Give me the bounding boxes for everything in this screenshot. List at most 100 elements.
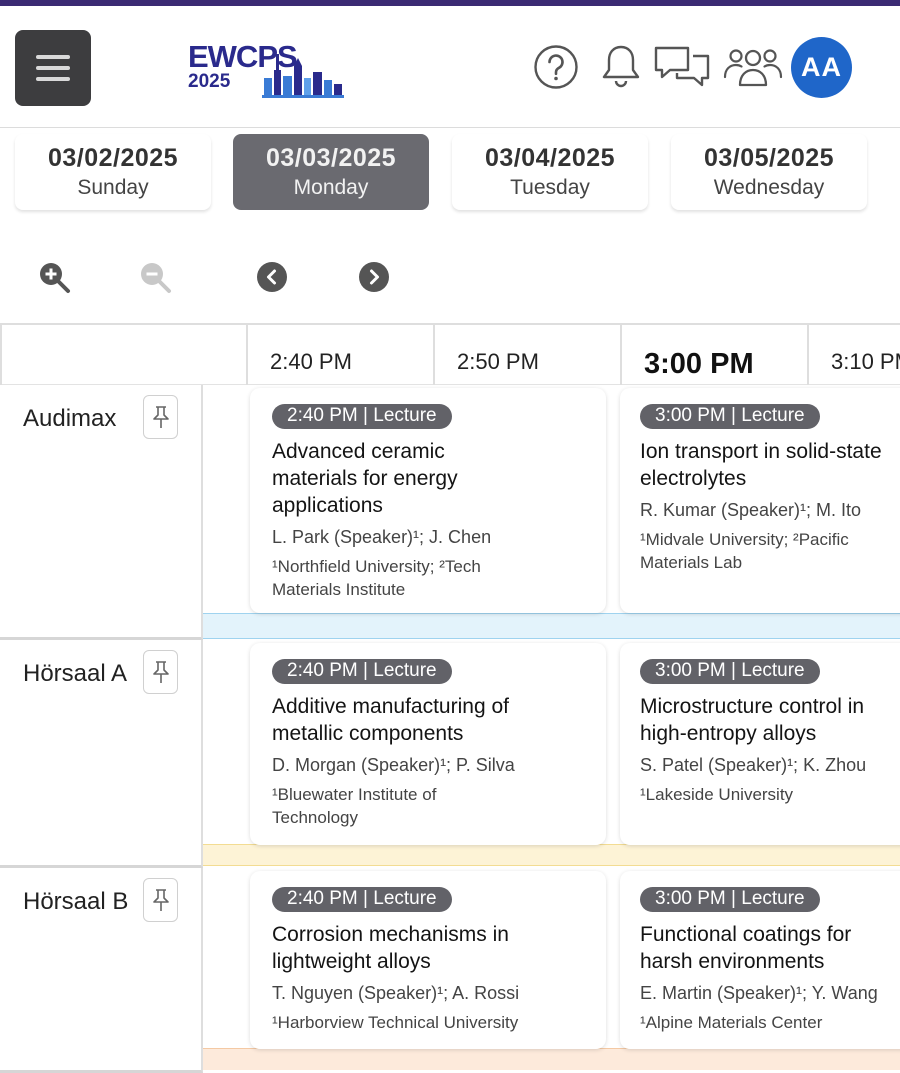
session-title-line: materials for energy [272, 467, 458, 490]
chevron-right-icon [359, 262, 389, 292]
room-row-audimax: Audimax [0, 385, 203, 640]
affiliation-line: ¹Northfield University; ²Tech [272, 557, 481, 576]
menu-icon-line [36, 55, 70, 59]
session-badge: 2:40 PM | Lecture [272, 887, 452, 912]
session-affiliations: ¹Alpine Materials Center [640, 1011, 900, 1034]
menu-icon-line [36, 77, 70, 81]
session-title-line: Corrosion mechanisms in [272, 923, 509, 946]
session-title: Advanced ceramic materials for energy ap… [272, 438, 606, 519]
session-affiliations: ¹Bluewater Institute of Technology [272, 783, 606, 829]
date-tab-wednesday[interactable]: 03/05/2025 Wednesday [671, 134, 867, 210]
session-badge: 3:00 PM | Lecture [640, 404, 820, 429]
session-authors: T. Nguyen (Speaker)¹; A. Rossi [272, 983, 520, 1003]
date-tab-weekday: Wednesday [713, 176, 825, 199]
bell-icon[interactable] [598, 42, 644, 92]
chat-icon[interactable] [653, 42, 711, 92]
session-title: Ion transport in solid-state electrolyte… [640, 438, 900, 492]
session-title-line: harsh environments [640, 950, 825, 973]
affiliation-line: ¹Bluewater Institute of [272, 785, 437, 804]
session-authors: R. Kumar (Speaker)¹; M. Ito [640, 500, 862, 520]
user-avatar[interactable]: AA [791, 37, 852, 98]
session-title: Corrosion mechanisms in lightweight allo… [272, 921, 606, 975]
session-card[interactable]: 2:40 PM | Lecture Additive manufacturing… [250, 643, 606, 845]
skyline-icon [262, 54, 344, 98]
session-title-line: high-entropy alloys [640, 722, 817, 745]
time-slot: 2:50 PM [435, 325, 622, 385]
session-authors: S. Patel (Speaker)¹; K. Zhou [640, 755, 867, 775]
affiliation-line: ¹Lakeside University [640, 785, 794, 804]
session-card[interactable]: 3:00 PM | Lecture Microstructure control… [620, 643, 900, 845]
session-title-line: Microstructure control in [640, 695, 865, 718]
help-icon[interactable] [531, 42, 581, 92]
date-tab-monday[interactable]: 03/03/2025 Monday [233, 134, 429, 210]
zoom-out-icon [141, 263, 171, 293]
session-affiliations: ¹Lakeside University [640, 783, 900, 806]
session-title: Functional coatings for harsh environmen… [640, 921, 900, 975]
next-time-button[interactable] [357, 260, 391, 294]
time-header-corner [0, 325, 248, 385]
people-icon[interactable] [723, 42, 783, 92]
session-card[interactable]: 2:40 PM | Lecture Corrosion mechanisms i… [250, 871, 606, 1049]
conference-logo[interactable]: EWCPS 2025 [188, 41, 348, 102]
room-lane-horsaal-b: 2:40 PM | Lecture Corrosion mechanisms i… [203, 868, 900, 1073]
pin-room-button[interactable] [143, 650, 178, 694]
session-title: Microstructure control in high-entropy a… [640, 693, 900, 747]
session-title-line: Ion transport in solid-state [640, 440, 882, 463]
room-lane-audimax: 2:40 PM | Lecture Advanced ceramic mater… [203, 385, 900, 640]
date-tab-tuesday[interactable]: 03/04/2025 Tuesday [452, 134, 648, 210]
affiliation-line: Materials Lab [640, 553, 743, 572]
date-tab-date: 03/03/2025 [265, 144, 397, 172]
app-header: EWCPS 2025 AA [0, 6, 900, 128]
session-card[interactable]: 3:00 PM | Lecture Functional coatings fo… [620, 871, 900, 1049]
session-title-line: metallic components [272, 722, 464, 745]
date-tab-date: 03/04/2025 [484, 144, 616, 172]
session-affiliations: ¹Harborview Technical University [272, 1011, 606, 1034]
room-lane-band [203, 844, 900, 866]
pin-icon [152, 406, 169, 428]
affiliation-line: Technology [272, 808, 359, 827]
pin-icon [152, 661, 169, 683]
affiliation-line: ¹Alpine Materials Center [640, 1013, 823, 1032]
session-badge: 3:00 PM | Lecture [640, 659, 820, 684]
room-name: Hörsaal A [23, 660, 128, 687]
session-authors: L. Park (Speaker)¹; J. Chen [272, 527, 492, 547]
session-card[interactable]: 3:00 PM | Lecture Ion transport in solid… [620, 388, 900, 613]
room-lane-band [203, 613, 900, 639]
session-authors: D. Morgan (Speaker)¹; P. Silva [272, 755, 515, 775]
affiliation-line: Materials Institute [272, 580, 406, 599]
affiliation-line: ¹Harborview Technical University [272, 1013, 519, 1032]
session-badge: 2:40 PM | Lecture [272, 404, 452, 429]
time-slot: 2:40 PM [248, 325, 435, 385]
room-lane-horsaal-a: 2:40 PM | Lecture Additive manufacturing… [203, 640, 900, 868]
menu-icon-line [36, 66, 70, 70]
zoom-in-button[interactable] [37, 260, 71, 294]
affiliation-line: ¹Midvale University; ²Pacific [640, 530, 849, 549]
session-card[interactable]: 2:40 PM | Lecture Advanced ceramic mater… [250, 388, 606, 613]
menu-button[interactable] [15, 30, 91, 106]
date-tab-sunday[interactable]: 03/02/2025 Sunday [15, 134, 211, 210]
session-title-line: Additive manufacturing of [272, 695, 509, 718]
room-row-horsaal-b: Hörsaal B [0, 868, 203, 1073]
session-badge: 2:40 PM | Lecture [272, 659, 452, 684]
session-title-line: electrolytes [640, 467, 747, 490]
pin-icon [152, 889, 169, 911]
date-tab-date: 03/02/2025 [47, 144, 179, 172]
session-title-line: Advanced ceramic [272, 440, 445, 463]
session-badge: 3:00 PM | Lecture [640, 887, 820, 912]
pin-room-button[interactable] [143, 395, 178, 439]
date-tab-weekday: Sunday [77, 176, 149, 199]
session-title-line: Functional coatings for [640, 923, 852, 946]
previous-time-button[interactable] [255, 260, 289, 294]
time-slot-current: 3:00 PM [622, 325, 809, 385]
zoom-in-icon [40, 263, 70, 293]
time-header: 2:40 PM 2:50 PM 3:00 PM 3:10 PM [0, 323, 900, 385]
date-tab-weekday: Monday [293, 176, 369, 199]
zoom-out-button[interactable] [138, 260, 172, 294]
schedule-grid: 2:40 PM 2:50 PM 3:00 PM 3:10 PM Audimax … [0, 323, 900, 1073]
date-tab-weekday: Tuesday [510, 176, 590, 199]
session-title-line: applications [272, 494, 383, 517]
pin-room-button[interactable] [143, 878, 178, 922]
room-name: Audimax [23, 405, 117, 432]
session-title-line: lightweight alloys [272, 950, 431, 973]
date-tab-date: 03/05/2025 [703, 144, 835, 172]
